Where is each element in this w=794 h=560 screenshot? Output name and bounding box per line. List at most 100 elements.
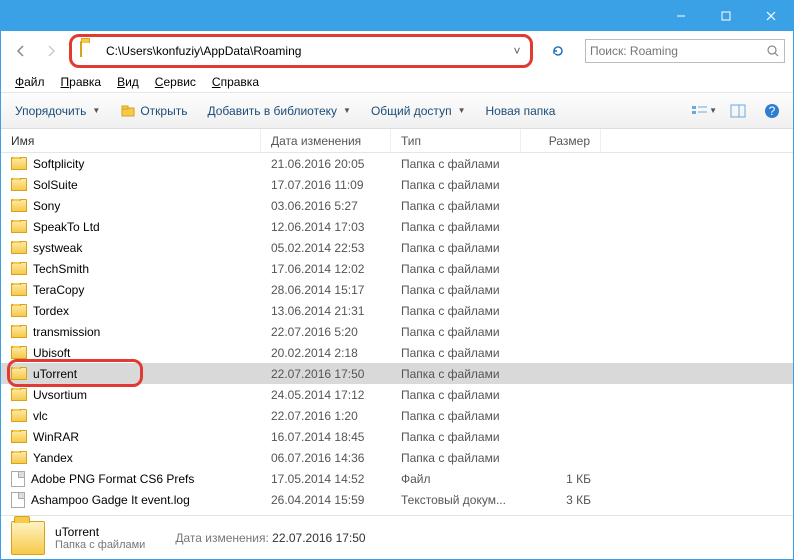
- minimize-button[interactable]: [658, 1, 703, 31]
- file-row[interactable]: Tordex13.06.2014 21:31Папка с файлами: [1, 300, 793, 321]
- file-row[interactable]: Sony03.06.2016 5:27Папка с файлами: [1, 195, 793, 216]
- file-size: 1 КБ: [521, 472, 601, 486]
- folder-icon: [80, 42, 98, 60]
- file-type: Текстовый докум...: [391, 493, 521, 507]
- search-input[interactable]: [590, 44, 766, 58]
- file-type: Папка с файлами: [391, 178, 521, 192]
- file-name: SolSuite: [33, 178, 78, 192]
- folder-icon: [11, 451, 27, 464]
- file-name: Softplicity: [33, 157, 84, 171]
- header-name[interactable]: Имя: [1, 129, 261, 152]
- view-options-button[interactable]: ▼: [691, 100, 717, 122]
- folder-icon: [11, 283, 27, 296]
- file-type: Папка с файлами: [391, 325, 521, 339]
- file-row[interactable]: Ubisoft20.02.2014 2:18Папка с файлами: [1, 342, 793, 363]
- menu-file[interactable]: Файл: [9, 73, 51, 91]
- folder-icon: [11, 220, 27, 233]
- file-row[interactable]: SpeakTo Ltd12.06.2014 17:03Папка с файла…: [1, 216, 793, 237]
- folder-icon: [11, 409, 27, 422]
- file-name: Adobe PNG Format CS6 Prefs: [31, 472, 194, 486]
- folder-icon: [11, 178, 27, 191]
- organize-button[interactable]: Упорядочить▼: [9, 102, 106, 120]
- titlebar: [1, 1, 793, 31]
- file-date: 06.07.2016 14:36: [261, 451, 391, 465]
- add-to-library-button[interactable]: Добавить в библиотеку▼: [201, 102, 356, 120]
- close-button[interactable]: [748, 1, 793, 31]
- file-row[interactable]: WinRAR16.07.2014 18:45Папка с файлами: [1, 426, 793, 447]
- file-name: TeraCopy: [33, 283, 84, 297]
- file-row[interactable]: TechSmith17.06.2014 12:02Папка с файлами: [1, 258, 793, 279]
- file-date: 22.07.2016 1:20: [261, 409, 391, 423]
- explorer-window: ˅ Файл Правка Вид Сервис Справка Упорядо…: [0, 0, 794, 560]
- chevron-down-icon: ▼: [92, 106, 100, 115]
- file-date: 12.06.2014 17:03: [261, 220, 391, 234]
- file-row[interactable]: Softplicity21.06.2016 20:05Папка с файла…: [1, 153, 793, 174]
- menu-view[interactable]: Вид: [111, 73, 145, 91]
- search-box[interactable]: [585, 39, 785, 63]
- header-date[interactable]: Дата изменения: [261, 129, 391, 152]
- file-type: Папка с файлами: [391, 262, 521, 276]
- back-button[interactable]: [9, 39, 33, 63]
- folder-icon: [11, 325, 27, 338]
- folder-icon: [11, 430, 27, 443]
- status-type: Папка с файлами: [55, 539, 145, 551]
- refresh-button[interactable]: [545, 38, 571, 64]
- file-date: 26.04.2014 15:59: [261, 493, 391, 507]
- file-type: Папка с файлами: [391, 367, 521, 381]
- forward-button[interactable]: [39, 39, 63, 63]
- file-row[interactable]: vlc22.07.2016 1:20Папка с файлами: [1, 405, 793, 426]
- chevron-down-icon: ▼: [709, 106, 717, 115]
- address-input[interactable]: [102, 42, 508, 60]
- file-name: Ashampoo Gadge It event.log: [31, 493, 190, 507]
- chevron-down-icon: ▼: [343, 106, 351, 115]
- status-date: Дата изменения: 22.07.2016 17:50: [175, 531, 365, 545]
- folder-icon: [11, 199, 27, 212]
- file-type: Папка с файлами: [391, 409, 521, 423]
- help-button[interactable]: ?: [759, 100, 785, 122]
- file-row[interactable]: Uvsortium24.05.2014 17:12Папка с файлами: [1, 384, 793, 405]
- file-row[interactable]: Adobe PNG Format CS6 Prefs17.05.2014 14:…: [1, 468, 793, 489]
- file-row[interactable]: Yandex06.07.2016 14:36Папка с файлами: [1, 447, 793, 468]
- navigation-bar: ˅: [1, 31, 793, 71]
- menu-service[interactable]: Сервис: [149, 73, 202, 91]
- file-icon: [11, 471, 25, 487]
- menu-help[interactable]: Справка: [206, 73, 265, 91]
- header-type[interactable]: Тип: [391, 129, 521, 152]
- file-type: Файл: [391, 472, 521, 486]
- file-date: 05.02.2014 22:53: [261, 241, 391, 255]
- file-name: SpeakTo Ltd: [33, 220, 100, 234]
- new-folder-button[interactable]: Новая папка: [479, 102, 561, 120]
- file-date: 24.05.2014 17:12: [261, 388, 391, 402]
- share-button[interactable]: Общий доступ▼: [365, 102, 472, 120]
- file-row[interactable]: transmission22.07.2016 5:20Папка с файла…: [1, 321, 793, 342]
- search-icon: [766, 44, 780, 58]
- file-type: Папка с файлами: [391, 304, 521, 318]
- svg-text:?: ?: [769, 104, 776, 118]
- folder-icon: [11, 346, 27, 359]
- header-size[interactable]: Размер: [521, 129, 601, 152]
- address-dropdown[interactable]: ˅: [508, 44, 526, 58]
- status-bar: uTorrent Папка с файлами Дата изменения:…: [1, 515, 793, 559]
- file-type: Папка с файлами: [391, 430, 521, 444]
- file-row[interactable]: Ashampoo Gadge It event.log 26.04.2014 15…: [1, 489, 793, 510]
- file-row[interactable]: SolSuite17.07.2016 11:09Папка с файлами: [1, 174, 793, 195]
- file-date: 20.02.2014 2:18: [261, 346, 391, 360]
- file-icon: [11, 492, 25, 508]
- file-row[interactable]: systweak05.02.2014 22:53Папка с файлами: [1, 237, 793, 258]
- file-row[interactable]: TeraCopy28.06.2014 15:17Папка с файлами: [1, 279, 793, 300]
- file-name: transmission: [33, 325, 100, 339]
- folder-icon: [11, 388, 27, 401]
- menu-edit[interactable]: Правка: [55, 73, 108, 91]
- file-size: 3 КБ: [521, 493, 601, 507]
- preview-pane-button[interactable]: [725, 100, 751, 122]
- file-list[interactable]: Softplicity21.06.2016 20:05Папка с файла…: [1, 153, 793, 515]
- file-type: Папка с файлами: [391, 199, 521, 213]
- status-name: uTorrent: [55, 525, 145, 539]
- file-row[interactable]: uTorrent22.07.2016 17:50Папка с файлами: [1, 363, 793, 384]
- file-date: 17.06.2014 12:02: [261, 262, 391, 276]
- maximize-button[interactable]: [703, 1, 748, 31]
- folder-icon: [11, 304, 27, 317]
- file-name: Tordex: [33, 304, 69, 318]
- address-bar-highlight: ˅: [69, 34, 533, 68]
- open-button[interactable]: Открыть: [114, 101, 193, 121]
